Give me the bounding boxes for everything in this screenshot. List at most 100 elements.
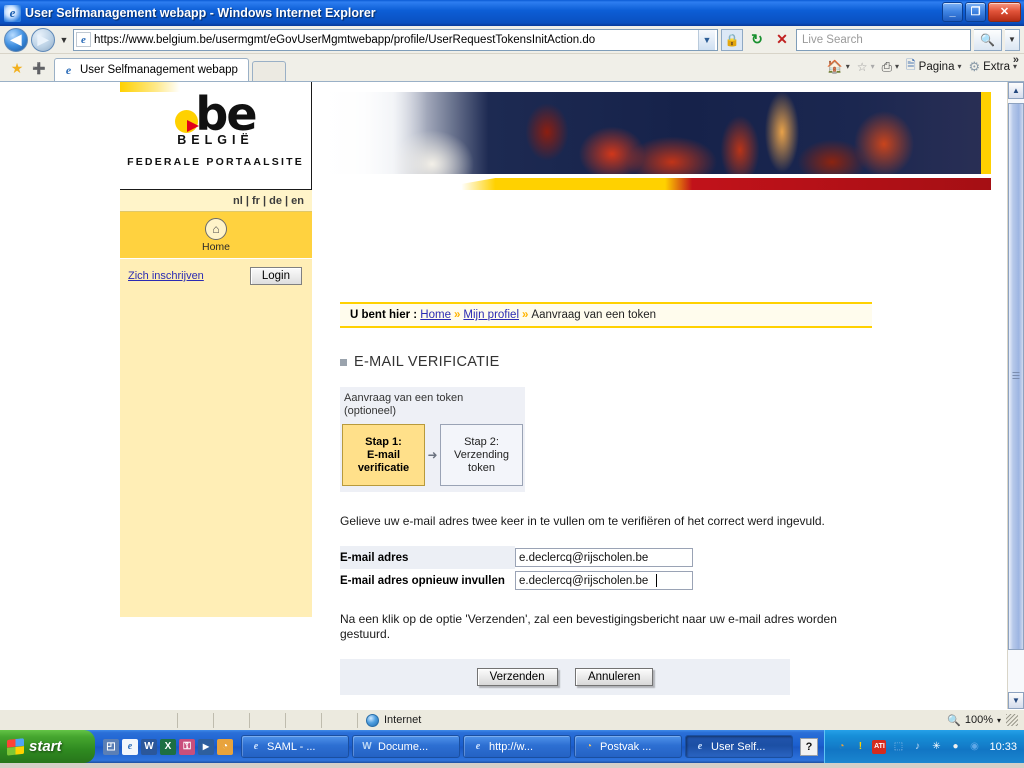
security-zone[interactable]: Internet — [358, 713, 421, 727]
feeds-button[interactable]: ☆ ▾ — [854, 59, 878, 75]
taskbar-item-user-self[interactable]: e User Self... — [685, 735, 793, 758]
scrollbar-track[interactable] — [1008, 99, 1024, 692]
taskbar-item-postvak[interactable]: ◔ Postvak ... — [574, 735, 682, 758]
wizard-steps: Aanvraag van een token (optioneel) Stap … — [340, 387, 525, 492]
logo-wordmark: be — [175, 91, 258, 137]
warning-shield-icon[interactable]: ! — [853, 740, 867, 754]
scroll-up-button[interactable]: ▲ — [1008, 82, 1024, 99]
sidebar-item-home[interactable]: ⌂ Home — [120, 212, 312, 259]
volume-icon[interactable]: ♪ — [910, 740, 924, 754]
system-clock[interactable]: 10:33 — [989, 741, 1017, 753]
new-tab-button[interactable] — [252, 61, 286, 81]
search-go-button[interactable]: 🔍 — [974, 28, 1002, 51]
excel-icon[interactable]: X — [160, 738, 176, 755]
taskbar-item-label: SAML - ... — [267, 740, 316, 753]
search-icon: 🔍 — [980, 32, 995, 47]
ssl-lock-icon[interactable]: 🔒 — [721, 28, 743, 51]
key-icon[interactable]: ⚿ — [179, 738, 195, 755]
submit-button[interactable]: Verzenden — [476, 668, 558, 686]
network-icon[interactable]: ⬚ — [891, 740, 905, 754]
search-provider-dropdown[interactable]: ▼ — [1005, 28, 1020, 51]
print-button[interactable]: ⎙ ▾ — [879, 58, 902, 76]
status-segment-4 — [250, 712, 286, 728]
language-link-en[interactable]: en — [291, 195, 304, 207]
page-title: E-MAIL VERIFICATIE — [340, 354, 872, 370]
wizard-step-1-title: Stap 1: — [365, 435, 402, 448]
taskbar-item-http[interactable]: e http://w... — [463, 735, 571, 758]
clock-icon[interactable]: ◔ — [217, 738, 233, 755]
resize-grip-icon[interactable] — [1006, 714, 1018, 726]
language-link-fr[interactable]: fr — [252, 195, 260, 207]
maximize-icon: ❐ — [970, 5, 981, 18]
taskbar-item-saml[interactable]: e SAML - ... — [241, 735, 349, 758]
taskbar-item-document[interactable]: W Docume... — [352, 735, 460, 758]
history-dropdown-button[interactable]: ▼ — [58, 35, 70, 45]
ati-icon[interactable]: ATI — [872, 739, 887, 754]
sidebar-item-home-label: Home — [201, 241, 230, 253]
breadcrumb-prefix: U bent hier : — [350, 309, 418, 321]
stop-button[interactable]: ✕ — [771, 29, 793, 51]
zoom-control[interactable]: 🔍 100% ▾ — [947, 714, 1001, 727]
site-logo[interactable]: be BELGIË FEDERALE PORTAALSITE — [120, 82, 311, 169]
internet-explorer-icon[interactable]: e — [122, 738, 138, 755]
start-button[interactable]: start — [0, 730, 95, 763]
snowflake-icon[interactable]: ✳ — [929, 740, 943, 754]
media-player-icon[interactable]: ▶ — [198, 738, 214, 755]
language-link-de[interactable]: de — [269, 195, 282, 207]
clock-tray-icon[interactable]: ◔ — [834, 740, 848, 754]
browser-tab[interactable]: e User Selfmanagement webapp — [54, 58, 249, 81]
close-button[interactable]: ✕ — [988, 2, 1021, 22]
show-desktop-icon[interactable]: ◰ — [103, 738, 119, 755]
help-badge-icon[interactable]: ? — [800, 737, 818, 756]
banner-photo — [312, 92, 991, 174]
status-segment-2 — [178, 712, 214, 728]
search-input[interactable]: Live Search — [796, 28, 971, 51]
search-placeholder: Live Search — [802, 33, 863, 46]
windows-flag-icon — [7, 737, 24, 756]
forward-button[interactable]: ▶ — [31, 27, 55, 52]
breadcrumb-link-profile[interactable]: Mijn profiel — [463, 309, 519, 321]
wireless-icon[interactable]: ◉ — [967, 740, 981, 754]
status-segment-5 — [286, 712, 322, 728]
back-button[interactable]: ◀ — [4, 27, 28, 52]
email-confirm-input[interactable] — [515, 571, 693, 590]
language-link-nl[interactable]: nl — [233, 195, 243, 207]
wizard-step-list: Stap 1: E-mail verificatie ➜ Stap 2: Ver… — [342, 424, 525, 486]
language-separator-1: | — [245, 195, 249, 207]
add-to-favorites-icon[interactable]: ➕ — [28, 55, 50, 81]
tools-menu-button[interactable]: ⚙ Extra ▾ — [965, 58, 1020, 76]
favorites-star-icon[interactable]: ★ — [6, 55, 28, 81]
task-list: e SAML - ... W Docume... e http://w... ◔… — [241, 735, 824, 758]
banner-color-band — [312, 178, 991, 190]
minimize-button[interactable]: _ — [942, 2, 963, 22]
forward-arrow-icon: ▶ — [37, 31, 49, 47]
scrollbar-thumb[interactable] — [1008, 103, 1024, 650]
refresh-button[interactable]: ↻ — [746, 29, 768, 51]
page-menu-button[interactable]: 🗎 Pagina ▾ — [903, 55, 964, 78]
start-button-label: start — [29, 738, 62, 755]
form-intro-text: Gelieve uw e-mail adres twee keer in te … — [340, 514, 825, 528]
window-controls: _ ❐ ✕ — [942, 2, 1021, 22]
email-label: E-mail adres — [340, 546, 515, 569]
zoom-caret-icon[interactable]: ▾ — [997, 716, 1001, 725]
word-icon[interactable]: W — [141, 738, 157, 755]
form-row-email: E-mail adres — [340, 546, 693, 569]
maximize-button[interactable]: ❐ — [965, 2, 986, 22]
sidebar-account-row: Zich inschrijven Login — [120, 259, 312, 293]
taskbar-item-label: User Self... — [711, 740, 766, 753]
taskbar-item-label: http://w... — [489, 740, 534, 753]
taskbar-item-label: Postvak ... — [600, 740, 652, 753]
panda-antivirus-icon[interactable]: ● — [948, 740, 962, 754]
vertical-scrollbar[interactable]: ▲ ▼ — [1007, 82, 1024, 709]
scroll-down-button[interactable]: ▼ — [1008, 692, 1024, 709]
wizard-arrow-icon: ➜ — [427, 448, 438, 462]
address-dropdown-button[interactable]: ▼ — [698, 29, 715, 50]
print-icon: ⎙ — [881, 58, 892, 74]
cancel-button[interactable]: Annuleren — [574, 668, 654, 686]
register-link[interactable]: Zich inschrijven — [128, 270, 204, 282]
login-button[interactable]: Login — [249, 267, 302, 285]
address-input[interactable]: e https://www.belgium.be/usermgmt/eGovUs… — [73, 28, 718, 51]
home-button[interactable]: 🏠 ▾ — [824, 58, 853, 76]
breadcrumb-link-home[interactable]: Home — [420, 309, 451, 321]
email-input[interactable] — [515, 548, 693, 567]
